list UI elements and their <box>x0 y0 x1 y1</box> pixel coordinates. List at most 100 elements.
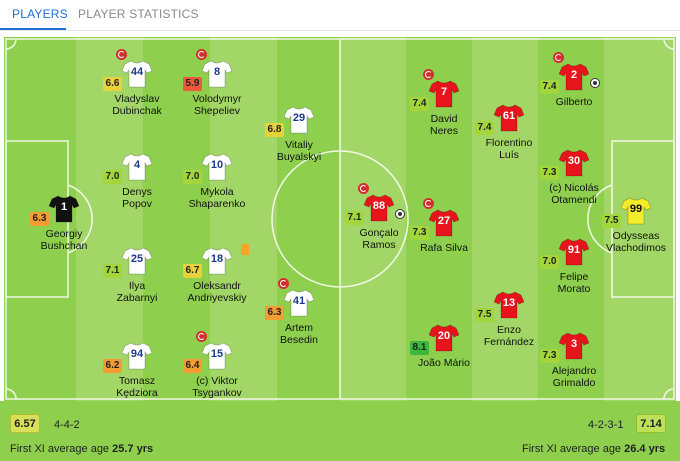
player-name: Mykola Shaparenko <box>188 186 246 210</box>
substitution-out-icon <box>196 49 207 60</box>
shirt-number: 44 <box>130 66 144 78</box>
substitution-out-icon <box>358 183 369 194</box>
player-shaparenko[interactable]: 10 7.0 Mykola Shaparenko <box>177 153 257 223</box>
shirt-icon: 13 <box>494 291 524 319</box>
goal-ball-icon <box>590 78 600 88</box>
yellow-card-icon <box>241 244 249 255</box>
player-dubinchak[interactable]: 44 6.6 Vladyslav Dubinchak <box>97 49 177 130</box>
shirt-icon: 88 <box>364 194 394 222</box>
home-average-age: First XI average age 25.7 yrs <box>10 443 153 455</box>
shirt-icon: 4 <box>122 153 152 181</box>
player-rating-badge: 7.0 <box>103 170 122 184</box>
home-average-age-value: 25.7 yrs <box>112 443 154 455</box>
player-rating-badge: 7.1 <box>345 211 364 225</box>
player-vlachodimos[interactable]: 99 7.5 Odysseas Vlachodimos <box>596 197 676 267</box>
player-name: Felipe Morato <box>557 271 591 295</box>
shirt-icon: 1 <box>49 195 79 223</box>
player-bushchan[interactable]: 1 6.3 Georgiy Bushchan <box>24 195 104 265</box>
player-buyalskyi[interactable]: 29 6.8 Vitaliy Buyalskyi <box>259 106 339 176</box>
player-rafa[interactable]: 27 7.3 Rafa Silva <box>404 198 484 279</box>
shirt-icon: 7 <box>429 80 459 108</box>
shirt-number: 18 <box>210 253 224 265</box>
tab-players[interactable]: PLAYERS <box>12 0 68 30</box>
shirt-number: 1 <box>60 201 68 213</box>
player-name: Georgiy Bushchan <box>40 228 88 252</box>
football-pitch: 1 6.3 Georgiy Bushchan 44 6.6 Vladyslav Dubinch… <box>4 37 676 401</box>
shirt-icon: 10 <box>202 153 232 181</box>
shirt-number: 29 <box>292 112 306 124</box>
shirt-number: 41 <box>292 295 306 307</box>
shirt-icon: 2 <box>559 63 589 91</box>
shirt-number: 30 <box>567 155 581 167</box>
player-gilberto[interactable]: 2 7.4 Gilberto <box>534 52 614 133</box>
shirt-number: 15 <box>210 348 224 360</box>
shirt-number: 88 <box>372 200 386 212</box>
player-rating-badge: 6.7 <box>183 264 202 278</box>
lineup-footer: 6.57 4-4-2 First XI average age 25.7 yrs… <box>0 401 680 461</box>
player-rating-badge: 7.0 <box>540 255 559 269</box>
shirt-number: 7 <box>440 86 448 98</box>
tabs-divider <box>0 30 680 31</box>
shirt-number: 4 <box>133 159 141 171</box>
player-name: Vitaliy Buyalskyi <box>276 139 322 163</box>
player-name: Rafa Silva <box>420 242 468 254</box>
player-rating-badge: 6.8 <box>265 123 284 137</box>
shirt-icon: 29 <box>284 106 314 134</box>
player-name: Volodymyr Shepeliev <box>192 93 242 117</box>
shirt-number: 61 <box>502 110 516 122</box>
player-shepeliev[interactable]: 8 5.9 Volodymyr Shepeliev <box>177 49 257 130</box>
player-zabarnyi[interactable]: 25 7.1 Ilya Zabarnyi <box>97 247 177 317</box>
shirt-icon: 15 <box>202 342 232 370</box>
shirt-icon: 99 <box>621 197 651 225</box>
shirt-number: 20 <box>437 330 451 342</box>
shirt-number: 25 <box>130 253 144 265</box>
shirt-number: 94 <box>130 348 144 360</box>
player-kedziora[interactable]: 94 6.2 Tomasz Kędziora <box>97 342 177 401</box>
player-tsygankov[interactable]: 15 6.4 (c) Viktor Tsygankov <box>177 331 257 401</box>
shirt-number: 10 <box>210 159 224 171</box>
home-average-age-label: First XI average age <box>10 443 110 455</box>
player-name: Odysseas Vlachodimos <box>605 230 667 254</box>
player-rating-badge: 6.6 <box>103 77 122 91</box>
away-formation: 4-2-3-1 <box>588 419 624 431</box>
player-rating-badge: 7.1 <box>103 264 122 278</box>
player-rating-badge: 6.3 <box>30 212 49 226</box>
player-name: Ilya Zabarnyi <box>116 280 158 304</box>
shirt-icon: 44 <box>122 60 152 88</box>
player-rating-badge: 7.4 <box>540 80 559 94</box>
shirt-number: 99 <box>629 203 643 215</box>
player-rating-badge: 5.9 <box>183 77 202 91</box>
player-rating-badge: 7.5 <box>475 308 494 322</box>
player-rating-badge: 6.4 <box>183 359 202 373</box>
shirt-number: 8 <box>213 66 221 78</box>
player-name: Artem Besedin <box>280 322 318 346</box>
tab-player-statistics[interactable]: PLAYER STATISTICS <box>78 0 199 30</box>
player-popov[interactable]: 4 7.0 Denys Popov <box>97 153 177 223</box>
shirt-icon: 20 <box>429 324 459 352</box>
shirt-icon: 91 <box>559 238 589 266</box>
player-grimaldo[interactable]: 3 7.3 Alejandro Grimaldo <box>534 332 614 401</box>
shirt-icon: 94 <box>122 342 152 370</box>
player-name: Denys Popov <box>122 186 152 210</box>
shirt-icon: 8 <box>202 60 232 88</box>
away-average-age: First XI average age 26.4 yrs <box>522 443 665 455</box>
player-rating-badge: 7.0 <box>183 170 202 184</box>
player-rating-badge: 7.4 <box>475 121 494 135</box>
player-besedin[interactable]: 41 6.3 Artem Besedin <box>259 278 339 359</box>
player-name: Gilberto <box>555 96 593 108</box>
substitution-out-icon <box>278 278 289 289</box>
substitution-out-icon <box>553 52 564 63</box>
player-name: (c) Viktor Tsygankov <box>192 375 242 399</box>
shirt-number: 2 <box>570 69 578 81</box>
player-rating-badge: 8.1 <box>410 341 429 355</box>
shirt-icon: 18 <box>202 247 232 275</box>
shirt-icon: 3 <box>559 332 589 360</box>
player-rating-badge: 7.5 <box>602 214 621 228</box>
shirt-number: 27 <box>437 215 451 227</box>
player-andriyevskiy[interactable]: 18 6.7 Oleksandr Andriyevskiy <box>177 244 257 317</box>
away-average-age-label: First XI average age <box>522 443 622 455</box>
substitution-out-icon <box>423 198 434 209</box>
shirt-icon: 61 <box>494 104 524 132</box>
substitution-out-icon <box>423 69 434 80</box>
shirt-icon: 27 <box>429 209 459 237</box>
